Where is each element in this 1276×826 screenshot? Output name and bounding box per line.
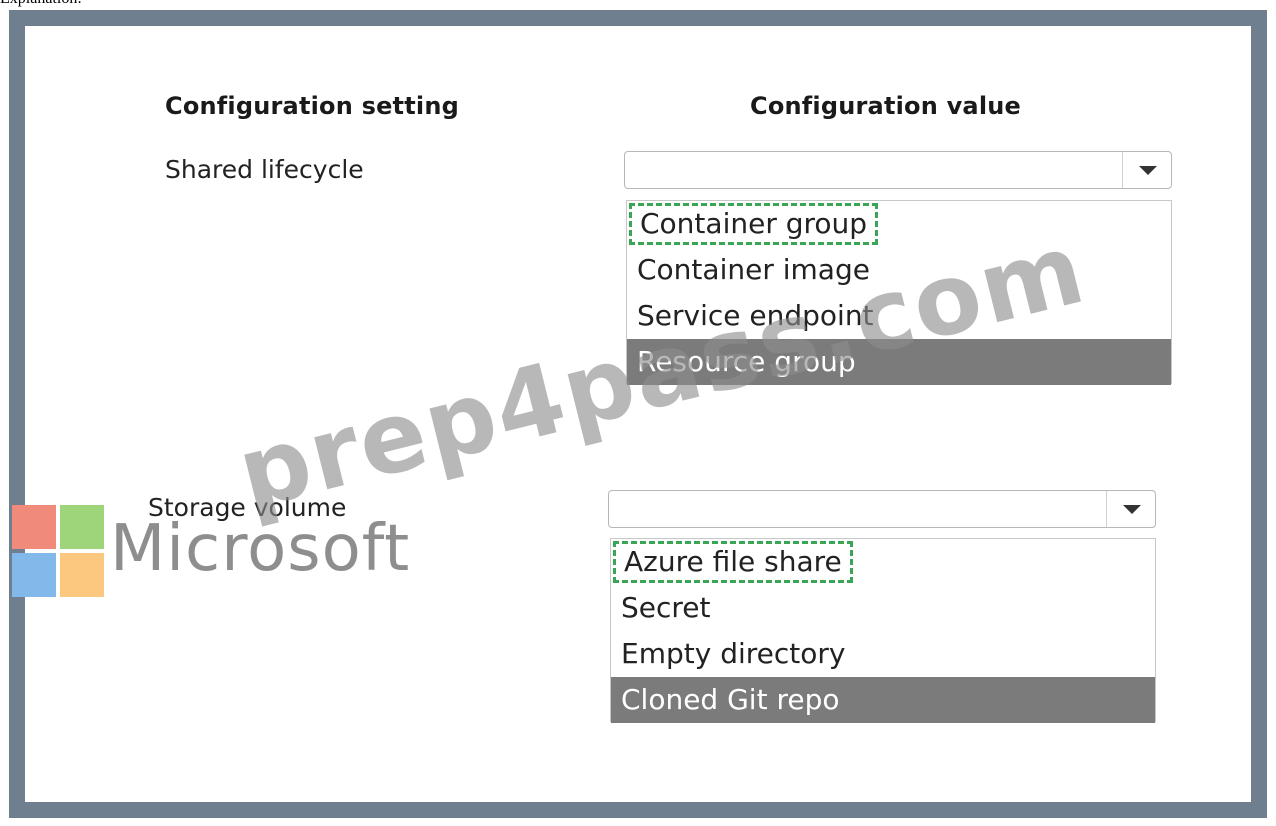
configuration-value-heading: Configuration value bbox=[750, 92, 1022, 120]
shared-lifecycle-dropdown[interactable] bbox=[624, 151, 1172, 189]
logo-square-red bbox=[12, 505, 56, 549]
microsoft-wordmark: Microsoft bbox=[110, 512, 411, 586]
shared-lifecycle-label: Shared lifecycle bbox=[165, 155, 364, 184]
storage-volume-options: Azure file share Secret Empty directory … bbox=[610, 538, 1156, 723]
option-label: Azure file share bbox=[613, 541, 853, 583]
option-label: Empty directory bbox=[621, 637, 846, 670]
option-azure-file-share[interactable]: Azure file share bbox=[611, 539, 1155, 585]
option-label: Cloned Git repo bbox=[621, 683, 840, 716]
option-cloned-git-repo[interactable]: Cloned Git repo bbox=[611, 677, 1155, 723]
option-secret[interactable]: Secret bbox=[611, 585, 1155, 631]
chevron-down-icon[interactable] bbox=[1139, 166, 1157, 175]
explanation-caption: Explanation: bbox=[0, 0, 82, 8]
option-label: Container group bbox=[629, 203, 879, 245]
dropdown-divider bbox=[1122, 152, 1123, 188]
storage-volume-dropdown[interactable] bbox=[608, 490, 1156, 528]
option-container-group[interactable]: Container group bbox=[627, 201, 1171, 247]
microsoft-logo-icon bbox=[12, 505, 104, 597]
logo-square-yellow bbox=[60, 553, 104, 597]
logo-square-green bbox=[60, 505, 104, 549]
logo-square-blue bbox=[12, 553, 56, 597]
configuration-setting-heading: Configuration setting bbox=[165, 92, 459, 120]
option-empty-directory[interactable]: Empty directory bbox=[611, 631, 1155, 677]
option-label: Secret bbox=[621, 591, 711, 624]
dropdown-divider bbox=[1106, 491, 1107, 527]
chevron-down-icon[interactable] bbox=[1123, 505, 1141, 514]
